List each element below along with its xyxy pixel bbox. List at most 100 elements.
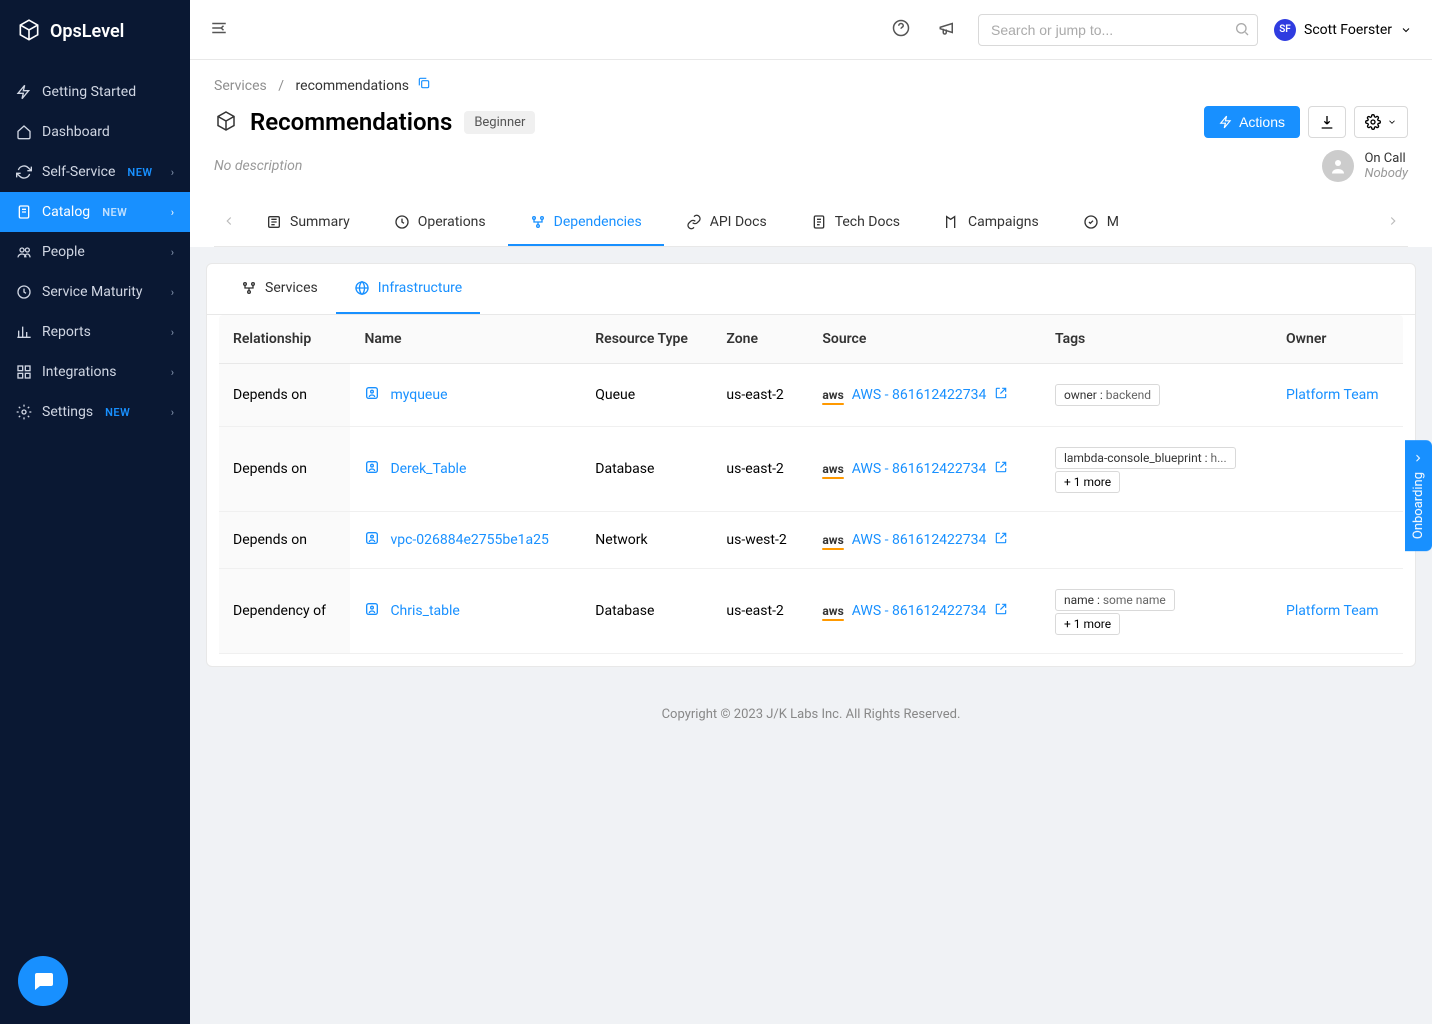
subtabs: ServicesInfrastructure xyxy=(207,264,1415,315)
subtab-services[interactable]: Services xyxy=(223,264,336,314)
download-button[interactable] xyxy=(1308,106,1346,138)
logo-text: OpsLevel xyxy=(50,21,124,42)
resource-name-link[interactable]: Chris_table xyxy=(390,603,459,619)
subtab-icon xyxy=(354,280,370,296)
tab-icon xyxy=(394,214,410,230)
sidebar-item-dashboard[interactable]: Dashboard xyxy=(0,112,190,152)
user-menu[interactable]: SF Scott Foerster xyxy=(1274,19,1412,41)
zone-cell: us-east-2 xyxy=(712,569,808,654)
help-icon xyxy=(892,19,910,37)
sidebar-item-getting-started[interactable]: Getting Started xyxy=(0,72,190,112)
chevron-right-icon: › xyxy=(171,206,174,219)
sidebar-item-label: Service Maturity xyxy=(42,284,143,300)
search-box xyxy=(978,14,1258,46)
tab-summary[interactable]: Summary xyxy=(244,200,372,246)
infrastructure-table: RelationshipNameResource TypeZoneSourceT… xyxy=(219,315,1403,654)
resource-icon xyxy=(364,459,380,479)
relationship-cell: Depends on xyxy=(219,427,350,512)
tab-icon xyxy=(266,214,282,230)
resource-name-link[interactable]: Derek_Table xyxy=(390,461,466,477)
source-link[interactable]: AWS - 861612422734 xyxy=(852,603,987,619)
cube-icon xyxy=(214,110,238,134)
resource-icon xyxy=(364,385,380,405)
onboarding-tab[interactable]: Onboarding xyxy=(1405,440,1432,551)
resource-icon xyxy=(364,530,380,550)
external-link-icon[interactable] xyxy=(994,460,1008,478)
actions-button[interactable]: Actions xyxy=(1204,106,1300,138)
external-link-icon[interactable] xyxy=(994,386,1008,404)
page-title: Recommendations xyxy=(250,108,452,136)
tags-cell: name : some name+ 1 more xyxy=(1041,569,1272,654)
tier-badge: Beginner xyxy=(464,111,535,134)
tab-operations[interactable]: Operations xyxy=(372,200,508,246)
source-link[interactable]: AWS - 861612422734 xyxy=(852,532,987,548)
more-tags-button[interactable]: + 1 more xyxy=(1055,471,1120,493)
subtab-infrastructure[interactable]: Infrastructure xyxy=(336,264,480,314)
sidebar-item-settings[interactable]: Settings NEW › xyxy=(0,392,190,432)
owner-link[interactable]: Platform Team xyxy=(1286,387,1379,403)
breadcrumb-current: recommendations xyxy=(296,78,410,94)
copy-link-button[interactable] xyxy=(417,78,431,94)
chat-icon xyxy=(31,969,55,993)
chevron-right-icon: › xyxy=(171,286,174,299)
home-icon xyxy=(16,124,32,140)
source-link[interactable]: AWS - 861612422734 xyxy=(852,461,987,477)
clock-icon xyxy=(16,284,32,300)
tabs: SummaryOperationsDependenciesAPI DocsTec… xyxy=(214,200,1408,247)
resource-name-link[interactable]: myqueue xyxy=(390,387,447,403)
aws-icon: aws xyxy=(822,388,843,402)
tab-dependencies[interactable]: Dependencies xyxy=(508,200,664,246)
tab-scroll-left[interactable] xyxy=(214,214,244,232)
tab-scroll-right[interactable] xyxy=(1378,214,1408,232)
help-button[interactable] xyxy=(886,13,916,47)
person-icon xyxy=(1329,157,1347,175)
sidebar-item-label: Settings xyxy=(42,404,93,420)
external-link-icon[interactable] xyxy=(994,531,1008,549)
tags-cell xyxy=(1041,512,1272,569)
sidebar-item-label: Integrations xyxy=(42,364,116,380)
dependencies-card: ServicesInfrastructure RelationshipNameR… xyxy=(206,263,1416,667)
gear-icon xyxy=(1365,114,1381,130)
table-row: Dependency of Chris_table Database us-ea… xyxy=(219,569,1403,654)
announcements-button[interactable] xyxy=(932,13,962,47)
breadcrumb: Services / recommendations xyxy=(214,76,1408,94)
table-row: Depends on Derek_Table Database us-east-… xyxy=(219,427,1403,512)
tab-m[interactable]: M xyxy=(1061,200,1141,246)
zone-cell: us-east-2 xyxy=(712,427,808,512)
breadcrumb-parent[interactable]: Services xyxy=(214,78,267,94)
sidebar-item-people[interactable]: People › xyxy=(0,232,190,272)
source-link[interactable]: AWS - 861612422734 xyxy=(852,387,987,403)
chevron-down-icon xyxy=(1387,117,1397,127)
settings-button[interactable] xyxy=(1354,106,1408,138)
chat-bubble-button[interactable] xyxy=(18,956,68,1006)
sidebar-item-label: Self-Service xyxy=(42,164,115,180)
file-icon xyxy=(16,204,32,220)
sidebar-item-service-maturity[interactable]: Service Maturity › xyxy=(0,272,190,312)
sidebar-item-reports[interactable]: Reports › xyxy=(0,312,190,352)
column-header: Tags xyxy=(1041,315,1272,364)
sidebar-item-integrations[interactable]: Integrations › xyxy=(0,352,190,392)
chevron-right-icon: › xyxy=(171,406,174,419)
tab-api-docs[interactable]: API Docs xyxy=(664,200,789,246)
tab-icon xyxy=(944,214,960,230)
aws-icon: aws xyxy=(822,604,843,618)
sidebar-collapse-button[interactable] xyxy=(210,19,228,41)
resource-name-link[interactable]: vpc-026884e2755be1a25 xyxy=(390,532,548,548)
resource-type-cell: Network xyxy=(581,512,712,569)
external-link-icon[interactable] xyxy=(994,602,1008,620)
more-tags-button[interactable]: + 1 more xyxy=(1055,613,1120,635)
avatar: SF xyxy=(1274,19,1296,41)
tab-campaigns[interactable]: Campaigns xyxy=(922,200,1061,246)
owner-link[interactable]: Platform Team xyxy=(1286,603,1379,619)
sidebar-item-label: People xyxy=(42,244,85,260)
logo-icon xyxy=(16,18,42,44)
sidebar-item-catalog[interactable]: Catalog NEW › xyxy=(0,192,190,232)
on-call-label: On Call xyxy=(1364,151,1408,166)
tab-tech-docs[interactable]: Tech Docs xyxy=(789,200,922,246)
tab-icon xyxy=(811,214,827,230)
resource-type-cell: Queue xyxy=(581,364,712,427)
sidebar-item-self-service[interactable]: Self-Service NEW › xyxy=(0,152,190,192)
new-badge: NEW xyxy=(127,166,152,179)
search-input[interactable] xyxy=(978,14,1258,46)
logo[interactable]: OpsLevel xyxy=(0,0,190,62)
